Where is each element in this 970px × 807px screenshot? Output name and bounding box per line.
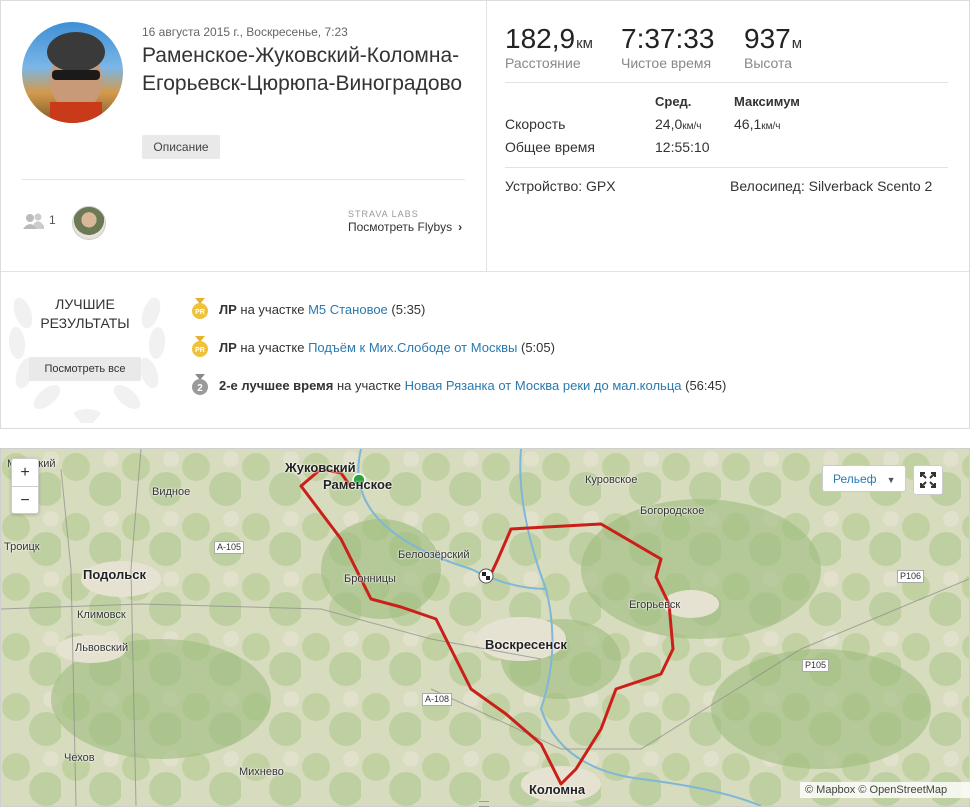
fullscreen-icon [920, 472, 936, 488]
achievement-text: на участке [236, 301, 309, 317]
zoom-in-button[interactable]: + [12, 459, 38, 487]
zoom-control: + − [11, 458, 39, 514]
achievement-type: ЛР [219, 339, 237, 355]
zoom-out-button[interactable]: − [12, 487, 38, 514]
segment-link[interactable]: М5 Становое [308, 302, 388, 317]
caret-down-icon: ▼ [886, 475, 896, 485]
map-label-kolomna: Коломна [529, 782, 586, 797]
map-label-bogorodskoe: Богородское [640, 505, 705, 517]
stat-elevation: 937м Высота [744, 23, 802, 71]
best-results-title-line2: РЕЗУЛЬТАТЫ [40, 315, 130, 331]
stat-moving-time: 7:37:33 Чистое время [621, 23, 714, 71]
activity-date: 16 августа 2015 г., Воскресенье, 7:23 [142, 25, 348, 39]
achievement-time: (56:45) [681, 377, 727, 393]
map-label-podolsk: Подольск [83, 567, 146, 582]
pr-badge-text: PR [195, 309, 205, 316]
elevation-unit: м [791, 35, 803, 52]
route-map[interactable]: Жуковский Раменское Мковский Видное Трои… [0, 448, 970, 807]
flybys-label: Посмотреть Flybys [348, 220, 453, 234]
fullscreen-button[interactable] [913, 465, 943, 495]
elapsed-label: Общее время [505, 139, 595, 155]
elevation-value: 937 [744, 23, 791, 54]
speed-avg-value: 24,0 [655, 116, 683, 132]
map-label-chekhov: Чехов [64, 752, 95, 764]
speed-max-value: 46,1 [734, 116, 762, 132]
achievement-type: ЛР [219, 301, 237, 317]
distance-label: Расстояние [505, 55, 581, 71]
athletes-count: 1 [49, 213, 56, 227]
achievement-item: 2 2-е лучшее время на участке Новая Ряза… [191, 374, 726, 399]
achievement-item: PR ЛР на участке М5 Становое (5:35) [191, 298, 425, 323]
achievement-type: 2-е лучшее время [219, 377, 334, 393]
map-label-ramenskoe: Раменское [323, 477, 393, 492]
athlete-avatar[interactable] [22, 22, 123, 123]
second-badge-text: 2 [197, 383, 203, 394]
distance-value: 182,9 [505, 23, 576, 54]
segment-link[interactable]: Новая Рязанка от Москва реки до мал.коль… [405, 378, 682, 393]
map-label-bronnitsy: Бронницы [344, 573, 396, 585]
segment-link[interactable]: Подъём к Мих.Слободе от Москвы [308, 340, 517, 355]
see-all-button[interactable]: Посмотреть все [29, 357, 141, 381]
map-label-lvovsky: Львовский [75, 642, 129, 654]
second-place-medal-icon: 2 [191, 374, 209, 399]
bike-info[interactable]: Велосипед: Silverback Scento 2 [730, 178, 932, 194]
achievement-time: (5:05) [517, 339, 555, 355]
map-label-egorievsk: Егорьевск [629, 599, 681, 611]
pr-medal-icon: PR [191, 336, 209, 361]
athletes-icon[interactable] [23, 212, 45, 235]
achievement-item: PR ЛР на участке Подъём к Мих.Слободе от… [191, 336, 555, 361]
elapsed-value: 12:55:10 [655, 139, 710, 155]
pr-medal-icon: PR [191, 298, 209, 323]
map-label-zhukovsky: Жуковский [285, 460, 356, 475]
speed-avg: 24,0км/ч [655, 116, 702, 132]
avg-header: Сред. [655, 94, 692, 109]
stat-distance: 182,9км Расстояние [505, 23, 593, 71]
road-shield-a108: A-108 [422, 693, 453, 706]
map-layer-label: Рельеф [833, 472, 877, 486]
achievement-text: на участке [236, 339, 309, 355]
map-label-vidnoe: Видное [152, 486, 191, 498]
pr-badge-text: PR [195, 347, 205, 354]
chevron-right-icon: › [458, 220, 463, 234]
finish-flag-icon[interactable] [478, 568, 494, 584]
resize-handle[interactable] [479, 801, 489, 807]
elevation-label: Высота [744, 55, 793, 71]
strava-labs-label: STRAVA LABS [348, 209, 419, 219]
activity-header: 16 августа 2015 г., Воскресенье, 7:23 Ра… [1, 1, 487, 271]
road-shield-a105: A-105 [214, 541, 245, 554]
map-label-troitsk: Троицк [4, 541, 40, 553]
road-shield-p106: P106 [897, 570, 925, 583]
divider [1, 271, 969, 272]
flybys-link[interactable]: Посмотреть Flybys › [348, 220, 462, 234]
map-label-klimovsk: Климовск [77, 609, 126, 621]
divider [505, 82, 948, 83]
speed-label: Скорость [505, 116, 566, 132]
best-results-title: ЛУЧШИЕ РЕЗУЛЬТАТЫ [1, 295, 169, 333]
map-label-voskresensk: Воскресенск [485, 637, 567, 652]
moving-time-value: 7:37:33 [621, 23, 715, 54]
group-athlete-avatar[interactable] [72, 206, 106, 240]
activity-card: 16 августа 2015 г., Воскресенье, 7:23 Ра… [0, 0, 970, 429]
max-header: Максимум [734, 94, 800, 109]
map-attribution[interactable]: © Mapbox © OpenStreetMap [800, 782, 970, 798]
divider [22, 179, 465, 180]
divider [505, 167, 948, 168]
map-layer-dropdown[interactable]: Рельеф ▼ [822, 465, 906, 492]
moving-time-label: Чистое время [621, 55, 712, 71]
road-shield-p105: P105 [802, 659, 830, 672]
map-label-beloozersky: Белоозёрский [398, 549, 470, 561]
activity-title: Раменское-Жуковский-Коломна-Егорьевск-Цю… [142, 44, 463, 95]
map-label-kurovskoe: Куровское [585, 474, 638, 486]
distance-unit: км [576, 35, 593, 52]
achievement-text: на участке [333, 377, 405, 393]
best-results-title-line1: ЛУЧШИЕ [55, 296, 115, 312]
stats-panel: 182,9км Расстояние 7:37:33 Чистое время … [505, 1, 949, 271]
speed-unit: км/ч [682, 121, 702, 132]
achievement-time: (5:35) [387, 301, 426, 317]
map-label-mikhnevo: Михнево [239, 766, 284, 778]
speed-max: 46,1км/ч [734, 116, 781, 132]
speed-unit: км/ч [761, 121, 781, 132]
device-info: Устройство: GPX [505, 178, 616, 194]
description-button[interactable]: Описание [142, 135, 220, 159]
